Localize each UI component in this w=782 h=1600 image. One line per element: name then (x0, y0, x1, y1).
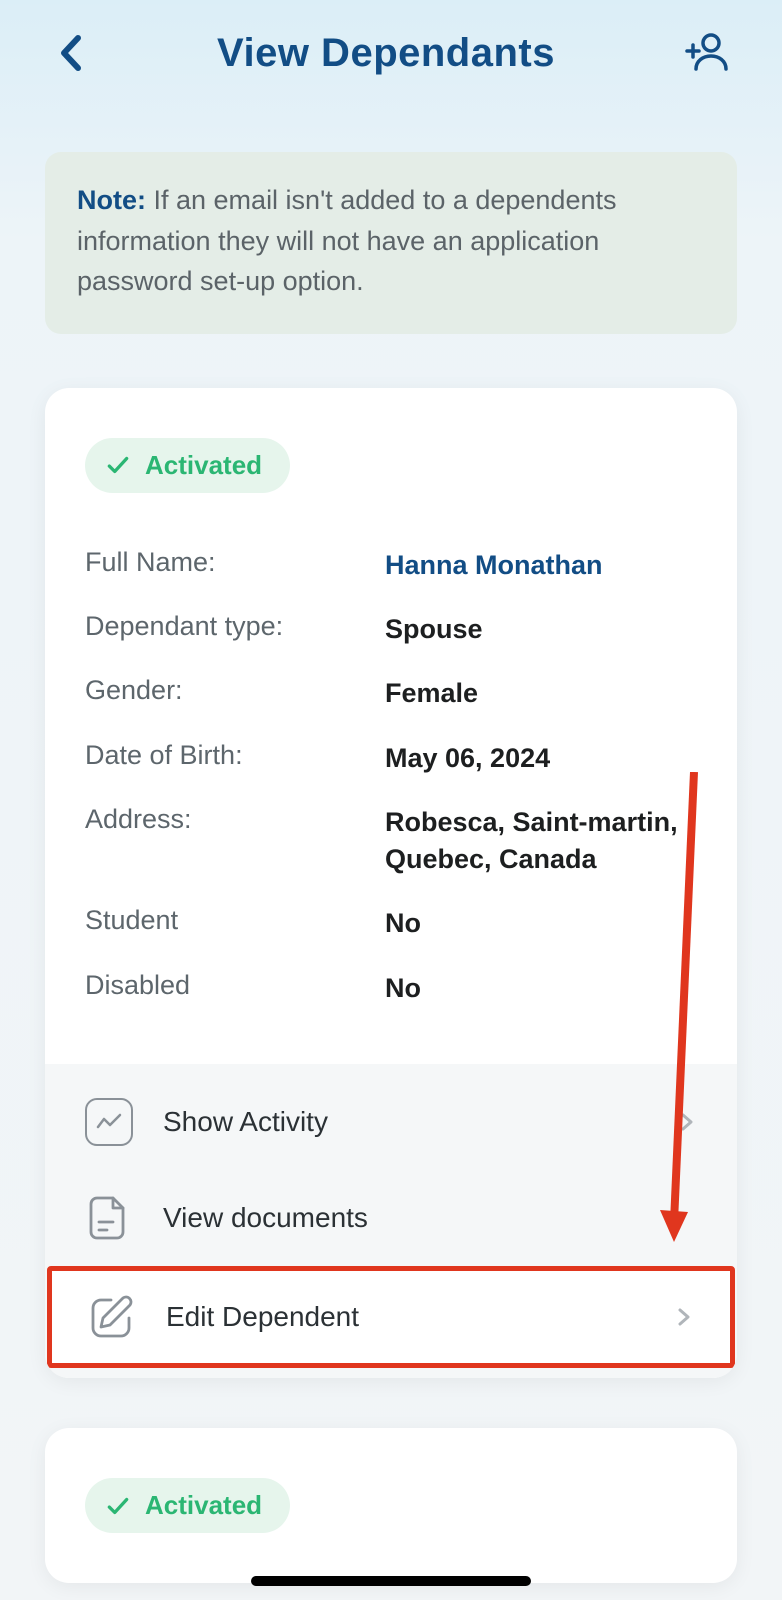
check-icon (105, 452, 131, 478)
home-indicator (251, 1576, 531, 1586)
info-note: Note: If an email isn't added to a depen… (45, 152, 737, 334)
field-value: Spouse (385, 611, 697, 647)
dependant-card: Activated Full Name: Hanna Monathan Depe… (45, 388, 737, 1379)
field-value: Robesca, Saint-martin, Quebec, Canada (385, 804, 697, 877)
note-text: If an email isn't added to a dependents … (77, 185, 616, 296)
field-student: Student No (85, 891, 697, 955)
field-value: Hanna Monathan (385, 547, 697, 583)
field-dob: Date of Birth: May 06, 2024 (85, 726, 697, 790)
dependant-card-2-body: Activated (45, 1428, 737, 1583)
note-label: Note: (77, 185, 146, 215)
field-address: Address: Robesca, Saint-martin, Quebec, … (85, 790, 697, 891)
add-user-icon (683, 29, 731, 77)
check-icon (105, 1493, 131, 1519)
status-text: Activated (145, 1490, 262, 1521)
dependant-actions: Show Activity View documents (45, 1064, 737, 1378)
chevron-right-icon (677, 1112, 697, 1132)
status-text: Activated (145, 450, 262, 481)
field-label: Student (85, 905, 385, 941)
status-badge: Activated (85, 1478, 290, 1533)
show-activity-row[interactable]: Show Activity (45, 1074, 737, 1170)
field-label: Dependant type: (85, 611, 385, 647)
dependant-card-2: Activated (45, 1428, 737, 1583)
field-label: Full Name: (85, 547, 385, 583)
dependant-card-body: Activated Full Name: Hanna Monathan Depe… (45, 388, 737, 1065)
document-icon (85, 1194, 133, 1242)
field-label: Address: (85, 804, 385, 877)
field-value: No (385, 970, 697, 1006)
action-label: View documents (163, 1202, 697, 1234)
add-dependant-button[interactable] (682, 28, 732, 78)
edit-dependent-row[interactable]: Edit Dependent (47, 1266, 735, 1368)
app-header: View Dependants (0, 0, 782, 102)
back-button[interactable] (50, 33, 90, 73)
edit-icon (88, 1293, 136, 1341)
field-value: May 06, 2024 (385, 740, 697, 776)
action-label: Edit Dependent (166, 1301, 644, 1333)
view-documents-row[interactable]: View documents (45, 1170, 737, 1266)
field-label: Gender: (85, 675, 385, 711)
chevron-right-icon (674, 1307, 694, 1327)
field-label: Disabled (85, 970, 385, 1006)
field-value: No (385, 905, 697, 941)
field-label: Date of Birth: (85, 740, 385, 776)
status-badge: Activated (85, 438, 290, 493)
field-value: Female (385, 675, 697, 711)
chevron-left-icon (58, 34, 82, 72)
action-label: Show Activity (163, 1106, 647, 1138)
field-gender: Gender: Female (85, 661, 697, 725)
field-disabled: Disabled No (85, 956, 697, 1020)
activity-icon (85, 1098, 133, 1146)
field-full-name: Full Name: Hanna Monathan (85, 533, 697, 597)
field-dependant-type: Dependant type: Spouse (85, 597, 697, 661)
page-title: View Dependants (90, 31, 682, 76)
